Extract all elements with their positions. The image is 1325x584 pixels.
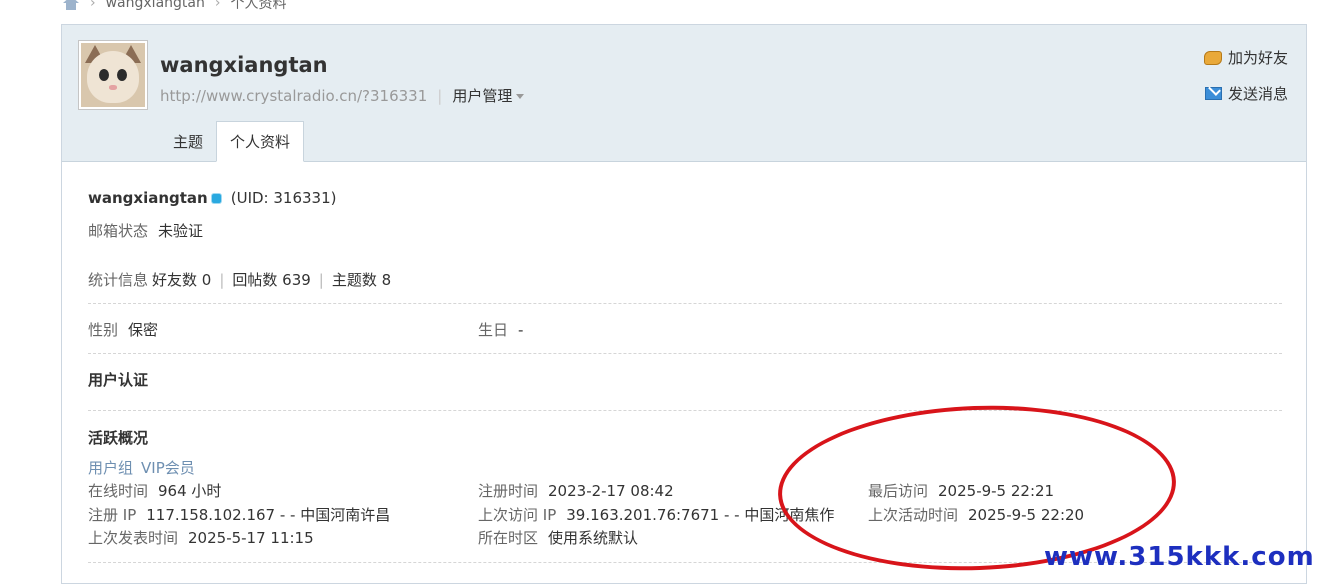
last-post-value: 2025-5-17 11:15 — [188, 529, 314, 547]
online-time-row: 在线时间 964 小时 — [88, 480, 221, 501]
stats-label: 统计信息 — [88, 271, 149, 289]
send-message-button[interactable]: 发送消息 — [1204, 83, 1288, 104]
add-friend-button[interactable]: 加为好友 — [1203, 47, 1288, 68]
tab-profile[interactable]: 个人资料 — [216, 121, 305, 162]
breadcrumb-separator: › — [90, 0, 96, 11]
gender-label: 性别 — [88, 321, 119, 339]
last-post-row: 上次发表时间 2025-5-17 11:15 — [88, 527, 314, 548]
reg-ip-label: 注册 IP — [88, 506, 137, 524]
reg-time-value: 2023-2-17 08:42 — [548, 482, 674, 500]
auth-section-title: 用户认证 — [88, 371, 149, 389]
threads-count-link[interactable]: 主题数 8 — [332, 271, 391, 289]
profile-username: wangxiangtan — [160, 53, 328, 77]
profile-url-row: http://www.crystalradio.cn/?316331 | 用户管理 — [160, 85, 525, 106]
chevron-down-icon — [516, 94, 525, 99]
avatar[interactable] — [78, 40, 148, 110]
profile-url[interactable]: http://www.crystalradio.cn/?316331 — [160, 87, 427, 105]
send-message-label: 发送消息 — [1227, 85, 1288, 103]
divider — [88, 410, 1282, 411]
user-group-label: 用户组 — [88, 459, 134, 477]
tab-threads[interactable]: 主题 — [160, 122, 216, 162]
breadcrumb-user-link[interactable]: wangxiangtan — [106, 0, 205, 11]
reg-ip-row: 注册 IP 117.158.102.167 - - 中国河南许昌 — [88, 504, 390, 525]
user-manage-dropdown[interactable]: 用户管理 — [452, 87, 525, 105]
user-group-link[interactable]: VIP会员 — [141, 459, 195, 477]
home-icon[interactable] — [62, 0, 80, 10]
online-status-icon — [211, 194, 221, 203]
handshake-icon — [1203, 50, 1222, 65]
profile-header: wangxiangtan http://www.crystalradio.cn/… — [62, 25, 1306, 162]
profile-tabs: 主题 个人资料 — [160, 121, 305, 162]
cat-avatar-image — [81, 43, 145, 107]
timezone-row: 所在时区 使用系统默认 — [478, 527, 638, 548]
birthday-label: 生日 — [478, 321, 509, 339]
breadcrumb-current: 个人资料 — [230, 0, 287, 12]
online-time-value: 964 小时 — [158, 482, 222, 500]
last-post-label: 上次发表时间 — [88, 529, 179, 547]
stats-row: 统计信息 好友数 0 | 回帖数 639 | 主题数 8 — [88, 271, 392, 289]
email-status-label: 邮箱状态 — [88, 222, 149, 240]
gender-row: 性别 保密 — [88, 319, 158, 340]
email-status-row: 邮箱状态 未验证 — [88, 220, 203, 241]
breadcrumb: › wangxiangtan › 个人资料 — [62, 0, 286, 12]
divider — [88, 353, 1282, 354]
breadcrumb-separator: › — [214, 0, 221, 11]
uid-value: (UID: 316331) — [230, 189, 337, 207]
last-ip-label: 上次访问 IP — [478, 506, 557, 524]
envelope-icon — [1204, 87, 1222, 100]
timezone-label: 所在时区 — [478, 529, 539, 547]
gender-value: 保密 — [128, 321, 159, 339]
birthday-value: - — [518, 321, 524, 339]
user-group-row: 用户组 VIP会员 — [88, 457, 195, 478]
replies-count-link[interactable]: 回帖数 639 — [232, 271, 310, 289]
reg-ip-value: 117.158.102.167 - - 中国河南许昌 — [146, 506, 391, 524]
user-manage-label: 用户管理 — [452, 87, 513, 105]
friends-count-link[interactable]: 好友数 0 — [152, 271, 211, 289]
timezone-value: 使用系统默认 — [548, 529, 639, 547]
uid-row: wangxiangtan (UID: 316331) — [88, 189, 336, 207]
divider — [88, 303, 1282, 304]
reg-time-row: 注册时间 2023-2-17 08:42 — [478, 480, 674, 501]
activity-section-title: 活跃概况 — [88, 429, 149, 447]
reg-time-label: 注册时间 — [478, 482, 539, 500]
site-watermark: www.315kkk.com — [1044, 542, 1315, 572]
online-time-label: 在线时间 — [88, 482, 149, 500]
content-username: wangxiangtan — [88, 189, 208, 207]
email-status-value: 未验证 — [158, 222, 204, 240]
birthday-row: 生日 - — [478, 319, 523, 340]
add-friend-label: 加为好友 — [1227, 49, 1288, 67]
